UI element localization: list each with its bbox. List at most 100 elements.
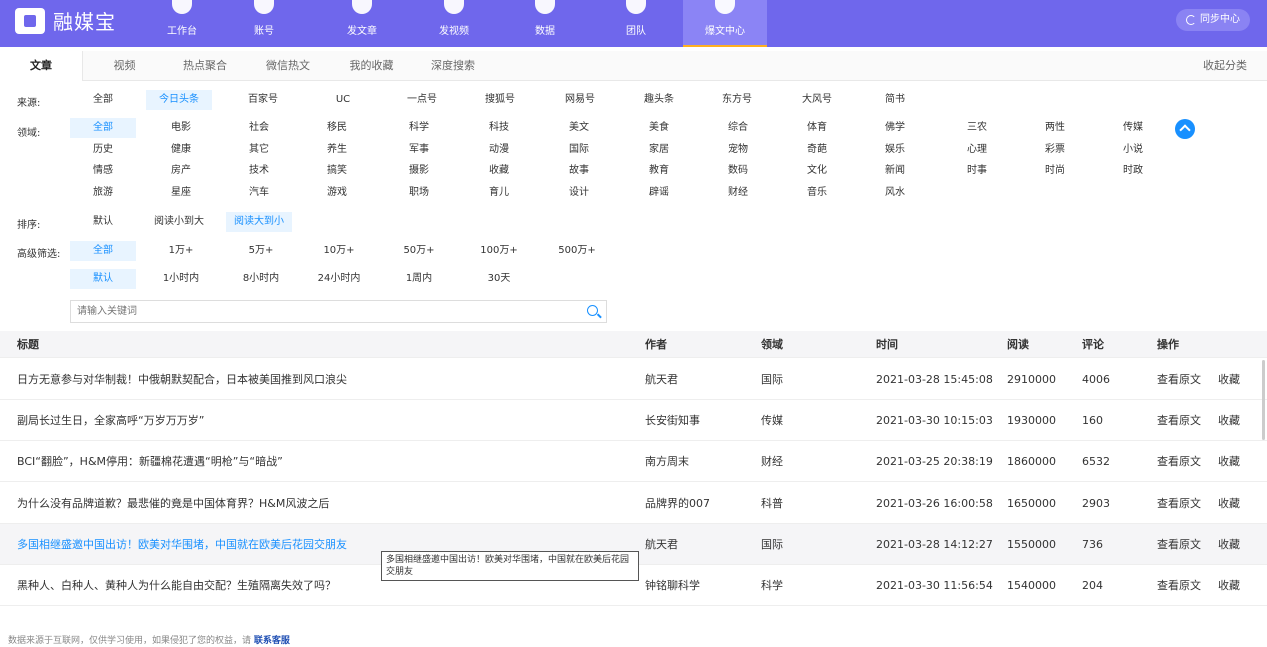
domain-option[interactable]: 体育 (784, 118, 850, 138)
domain-option[interactable]: 奇葩 (784, 140, 850, 160)
table-row[interactable]: 日方无意参与对华制裁！中俄朝默契配合，日本被美国推到风口浪尖 航天君 国际 2021-… (0, 359, 1267, 400)
sort-option[interactable]: 阅读小到大 (146, 212, 212, 232)
source-option[interactable]: 网易号 (547, 90, 613, 110)
view-original-button[interactable]: 查看原文 (1157, 565, 1201, 606)
domain-option[interactable]: 教育 (626, 161, 692, 181)
domain-option[interactable]: 时尚 (1022, 161, 1088, 181)
domain-option[interactable]: 旅游 (70, 183, 136, 203)
domain-option[interactable]: 佛学 (862, 118, 928, 138)
tab-0[interactable]: 文章 (0, 51, 83, 81)
time-filter-option[interactable]: 30天 (466, 269, 532, 289)
domain-option[interactable]: 科技 (466, 118, 532, 138)
view-original-button[interactable]: 查看原文 (1157, 400, 1201, 441)
domain-option[interactable]: 风水 (862, 183, 928, 203)
time-filter-option[interactable]: 24小时内 (306, 269, 372, 289)
time-filter-option[interactable]: 默认 (70, 269, 136, 289)
domain-option[interactable]: 摄影 (386, 161, 452, 181)
domain-option[interactable]: 全部 (70, 118, 136, 138)
domain-option[interactable]: 技术 (226, 161, 292, 181)
read-filter-option[interactable]: 50万+ (386, 241, 452, 261)
domain-option[interactable]: 游戏 (304, 183, 370, 203)
source-option[interactable]: 趣头条 (626, 90, 692, 110)
tab-4[interactable]: 我的收藏 (334, 51, 409, 81)
domain-option[interactable]: 设计 (546, 183, 612, 203)
tab-5[interactable]: 深度搜索 (412, 51, 494, 81)
table-row[interactable]: BCI“翻脸”，H&M停用：新疆棉花遭遇“明枪”与“暗战” 南方周末 财经 2021-… (0, 441, 1267, 483)
view-original-button[interactable]: 查看原文 (1157, 359, 1201, 400)
domain-option[interactable]: 美食 (626, 118, 692, 138)
sort-option[interactable]: 默认 (70, 212, 136, 232)
article-title-link[interactable]: 为什么没有品牌道歉？最悲催的竟是中国体育界？H&M风波之后 (17, 483, 329, 524)
domain-option[interactable]: 综合 (705, 118, 771, 138)
collect-button[interactable]: 收藏 (1218, 400, 1240, 441)
source-option[interactable]: 全部 (70, 90, 136, 110)
table-row[interactable]: 副局长过生日，全家高呼“万岁万万岁” 长安街知事 传媒 2021-03-30 10:1… (0, 400, 1267, 442)
collect-button[interactable]: 收藏 (1218, 441, 1240, 482)
time-filter-option[interactable]: 1小时内 (148, 269, 214, 289)
contact-support-link[interactable]: 联系客服 (254, 636, 290, 646)
table-row[interactable]: 为什么没有品牌道歉？最悲催的竟是中国体育界？H&M风波之后 品牌界的007 科普 20… (0, 483, 1267, 524)
domain-option[interactable]: 小说 (1100, 140, 1166, 160)
domain-option[interactable]: 故事 (546, 161, 612, 181)
source-option[interactable]: 简书 (862, 90, 928, 110)
view-original-button[interactable]: 查看原文 (1157, 441, 1201, 482)
domain-option[interactable]: 辟谣 (626, 183, 692, 203)
collect-button[interactable]: 收藏 (1218, 524, 1240, 565)
collapse-up-icon[interactable] (1175, 119, 1195, 139)
domain-option[interactable]: 时事 (944, 161, 1010, 181)
read-filter-option[interactable]: 10万+ (306, 241, 372, 261)
domain-option[interactable]: 两性 (1022, 118, 1088, 138)
domain-option[interactable]: 宠物 (705, 140, 771, 160)
read-filter-option[interactable]: 1万+ (148, 241, 214, 261)
time-filter-option[interactable]: 8小时内 (228, 269, 294, 289)
tab-2[interactable]: 热点聚合 (168, 51, 242, 81)
source-option[interactable]: 百家号 (230, 90, 296, 110)
domain-option[interactable]: 职场 (386, 183, 452, 203)
domain-option[interactable]: 育儿 (466, 183, 532, 203)
read-filter-option[interactable]: 500万+ (544, 241, 610, 261)
source-option[interactable]: UC (310, 90, 376, 110)
app-logo[interactable]: 融媒宝 (15, 6, 116, 35)
domain-option[interactable]: 健康 (148, 140, 214, 160)
article-title-link[interactable]: 多国相继盛邀中国出访！欧美对华围堵，中国就在欧美后花园交朋友 (17, 524, 347, 565)
article-title-link[interactable]: 日方无意参与对华制裁！中俄朝默契配合，日本被美国推到风口浪尖 (17, 359, 347, 400)
domain-option[interactable]: 家居 (626, 140, 692, 160)
domain-option[interactable]: 三农 (944, 118, 1010, 138)
collect-button[interactable]: 收藏 (1218, 483, 1240, 524)
domain-option[interactable]: 电影 (148, 118, 214, 138)
domain-option[interactable]: 星座 (148, 183, 214, 203)
domain-option[interactable]: 情感 (70, 161, 136, 181)
keyword-search-input[interactable] (71, 301, 571, 322)
domain-option[interactable]: 收藏 (466, 161, 532, 181)
tab-1[interactable]: 视频 (96, 51, 153, 81)
read-filter-option[interactable]: 100万+ (466, 241, 532, 261)
view-original-button[interactable]: 查看原文 (1157, 483, 1201, 524)
collect-button[interactable]: 收藏 (1218, 359, 1240, 400)
domain-option[interactable]: 其它 (226, 140, 292, 160)
article-title-link[interactable]: 副局长过生日，全家高呼“万岁万万岁” (17, 400, 204, 441)
domain-option[interactable]: 彩票 (1022, 140, 1088, 160)
time-filter-option[interactable]: 1周内 (386, 269, 452, 289)
domain-option[interactable]: 汽车 (226, 183, 292, 203)
domain-option[interactable]: 传媒 (1100, 118, 1166, 138)
nav-video[interactable]: 发视频 (412, 0, 496, 47)
source-option[interactable]: 一点号 (389, 90, 455, 110)
domain-option[interactable]: 科学 (386, 118, 452, 138)
search-icon[interactable] (587, 305, 598, 316)
tab-3[interactable]: 微信热文 (250, 51, 326, 81)
domain-option[interactable]: 美文 (546, 118, 612, 138)
domain-option[interactable]: 国际 (546, 140, 612, 160)
domain-option[interactable]: 财经 (705, 183, 771, 203)
read-filter-option[interactable]: 全部 (70, 241, 136, 261)
nav-user[interactable]: 账号 (222, 0, 306, 47)
collapse-categories-button[interactable]: 收起分类 (1203, 51, 1247, 81)
nav-fire[interactable]: 爆文中心 (683, 0, 767, 47)
domain-option[interactable]: 移民 (304, 118, 370, 138)
source-option[interactable]: 大风号 (784, 90, 850, 110)
domain-option[interactable]: 房产 (148, 161, 214, 181)
sync-center-button[interactable]: 同步中心 (1176, 9, 1250, 31)
domain-option[interactable]: 军事 (386, 140, 452, 160)
source-option[interactable]: 东方号 (704, 90, 770, 110)
collect-button[interactable]: 收藏 (1218, 565, 1240, 606)
source-option[interactable]: 今日头条 (146, 90, 212, 110)
